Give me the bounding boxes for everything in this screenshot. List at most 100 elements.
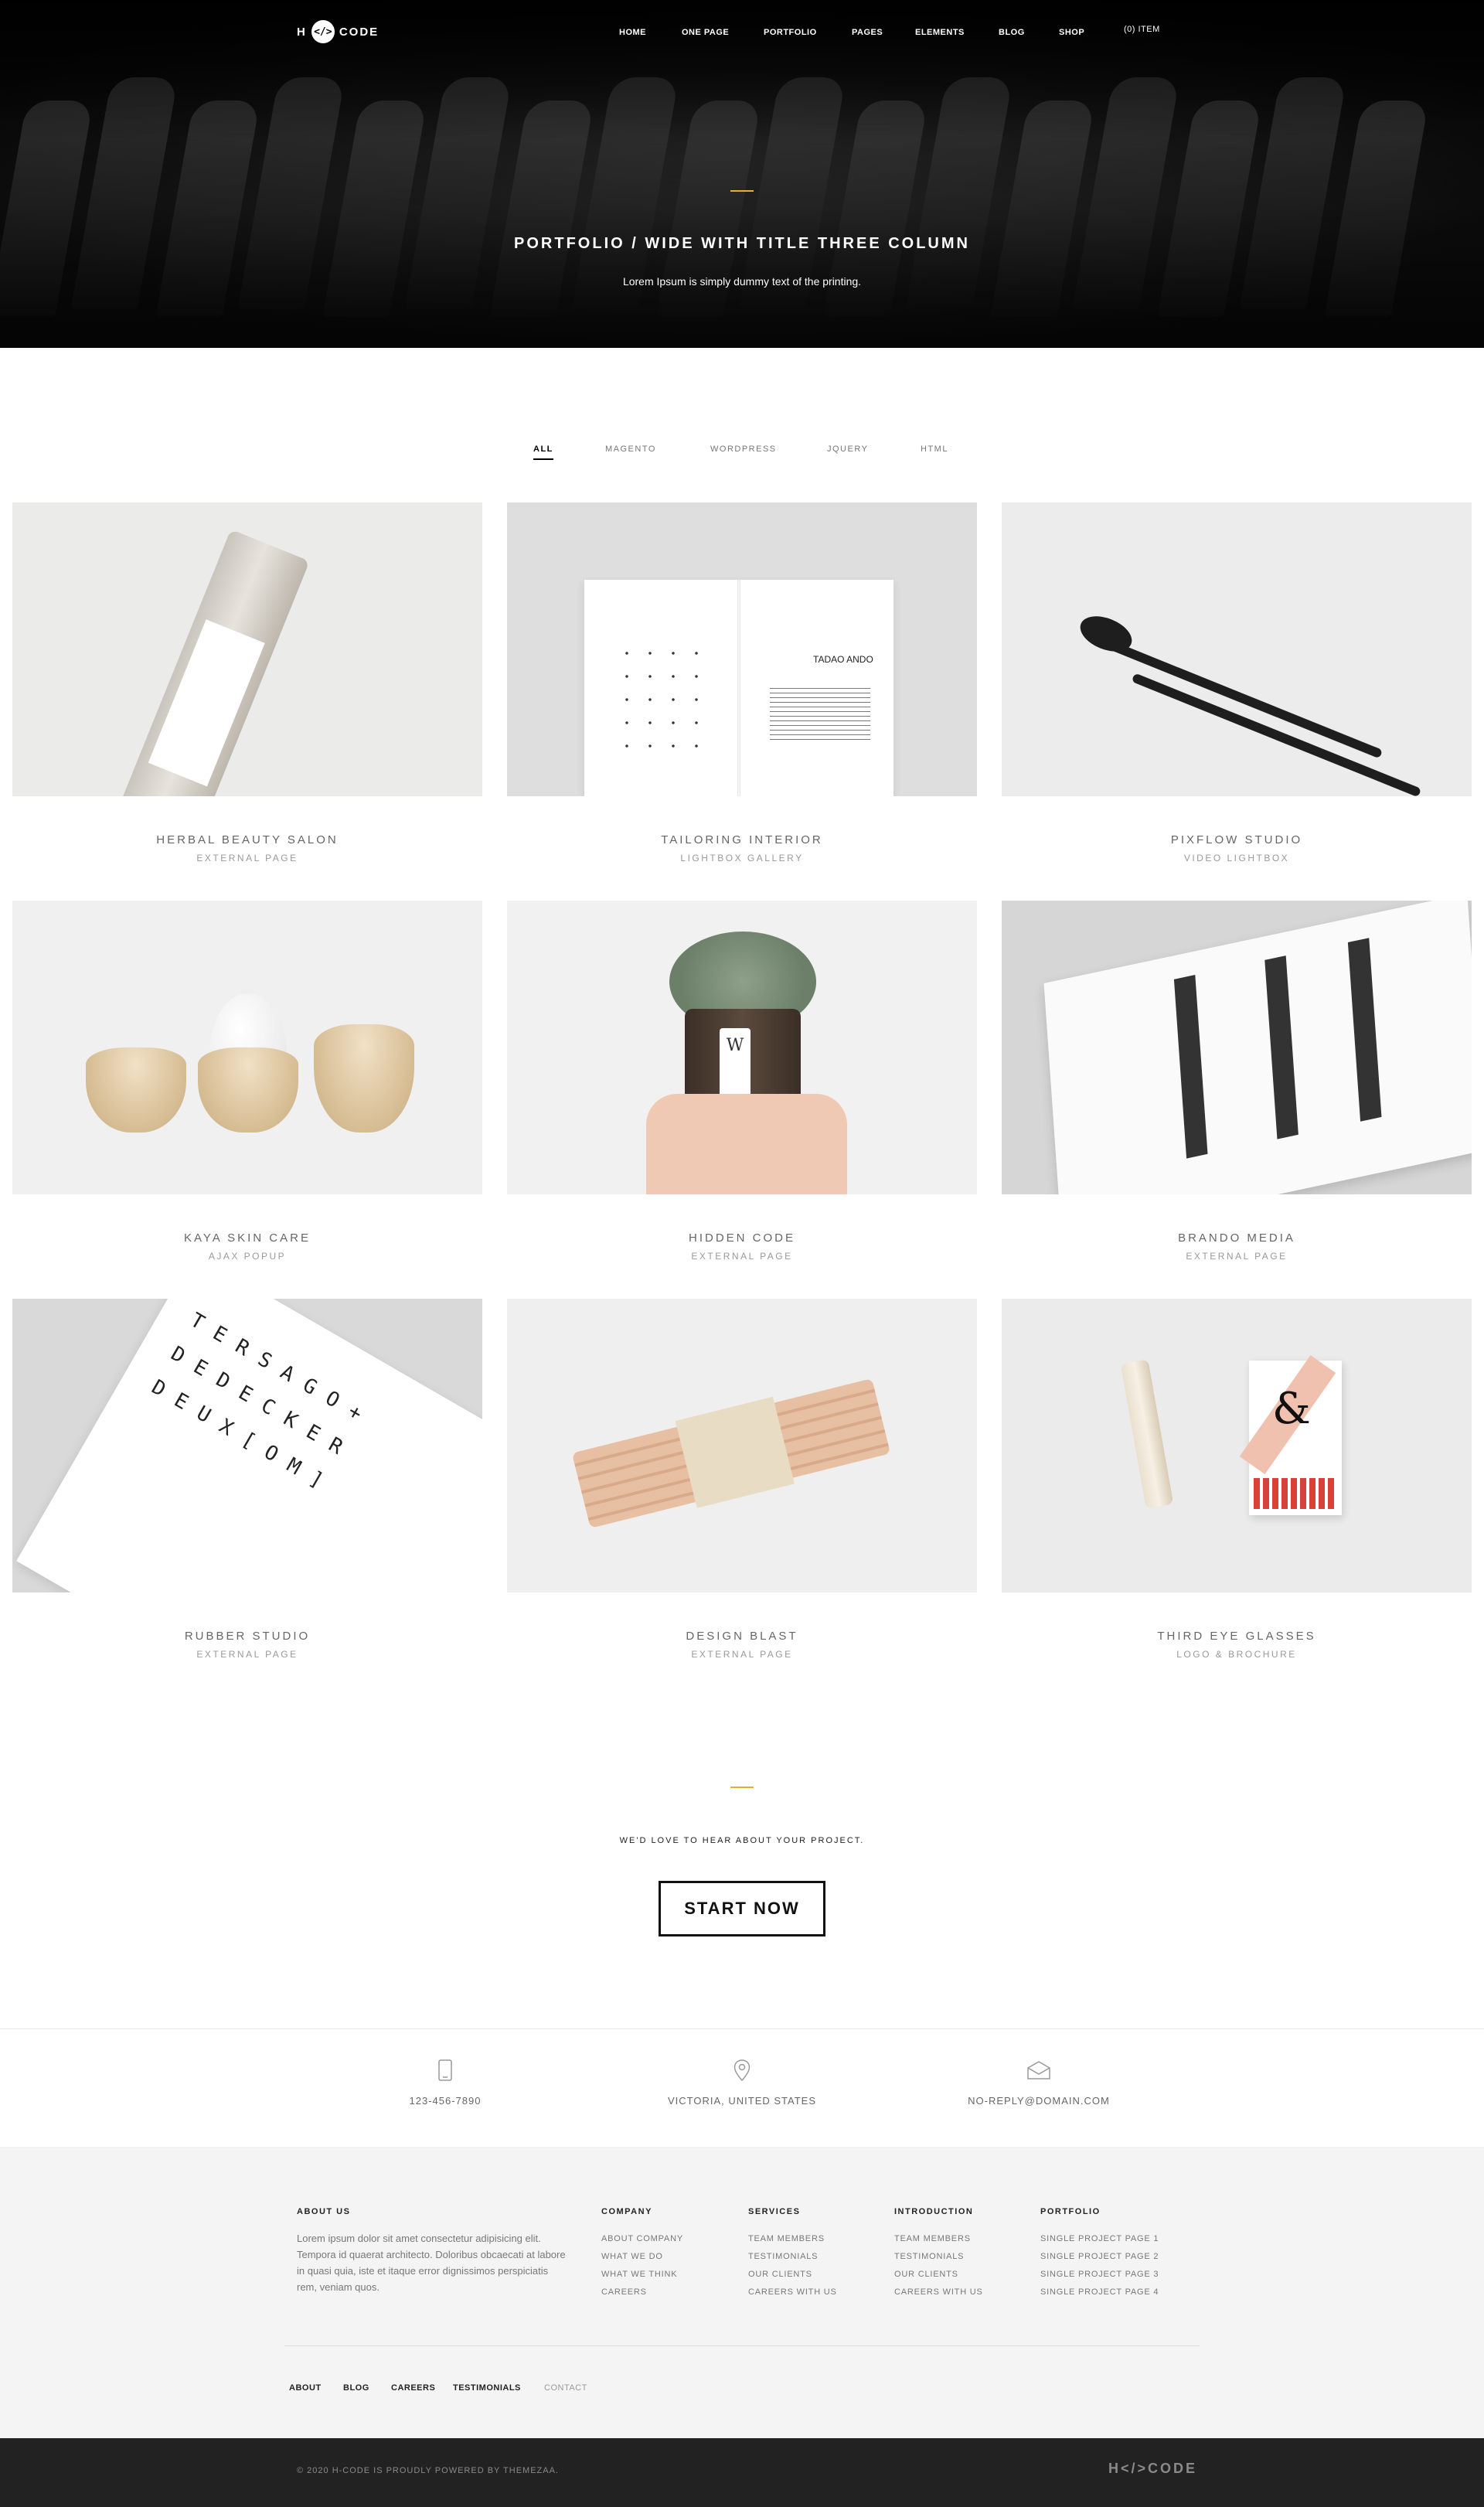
footer-col-portfolio: PORTFOLIO SINGLE PROJECT PAGE 1 SINGLE P… (1040, 2207, 1159, 2301)
portfolio-image-tube[interactable] (12, 502, 482, 796)
portfolio-item[interactable]: & THIRD EYE GLASSES LOGO & BROCHURE (1002, 1299, 1472, 1660)
footer-link[interactable]: CAREERS (601, 2284, 683, 2301)
menu-pages[interactable]: PAGES (852, 28, 883, 37)
logo-code-icon: </> (311, 20, 335, 43)
portfolio-item[interactable]: W HIDDEN CODE EXTERNAL PAGE (507, 901, 977, 1262)
footer-link[interactable]: TESTIMONIALS (894, 2248, 983, 2266)
portfolio-category: EXTERNAL PAGE (1186, 1251, 1288, 1262)
site-logo[interactable]: H </> CODE (297, 20, 379, 43)
envelope-icon (1025, 2056, 1053, 2084)
top-navigation: H </> CODE HOME ONE PAGE PORTFOLIO PAGES… (0, 0, 1484, 65)
footer (0, 2147, 1484, 2438)
cta-accent-line (730, 1787, 754, 1788)
filter-magento[interactable]: MAGENTO (605, 445, 656, 454)
portfolio-title[interactable]: HERBAL BEAUTY SALON (12, 833, 482, 846)
menu-elements[interactable]: ELEMENTS (915, 28, 965, 37)
portfolio-category: EXTERNAL PAGE (691, 1251, 793, 1262)
portfolio-title[interactable]: HIDDEN CODE (507, 1231, 977, 1245)
portfolio-category: EXTERNAL PAGE (196, 853, 298, 863)
footer-link[interactable]: SINGLE PROJECT PAGE 4 (1040, 2284, 1159, 2301)
portfolio-title[interactable]: TAILORING INTERIOR (507, 833, 977, 846)
portfolio-image-egg-cups[interactable] (12, 901, 482, 1194)
footer-divider (284, 2345, 1200, 2346)
portfolio-item[interactable]: BRANDO MEDIA EXTERNAL PAGE (1002, 901, 1472, 1262)
start-now-button[interactable]: START NOW (659, 1881, 825, 1936)
portfolio-image-pencils[interactable] (507, 1299, 977, 1592)
book-heading: TADAO ANDO (813, 654, 873, 665)
footer-logo[interactable]: H</>CODE (1108, 2461, 1197, 2477)
filter-all[interactable]: ALL (533, 445, 553, 460)
footer-link[interactable]: WHAT WE DO (601, 2248, 683, 2266)
footer-link-about[interactable]: ABOUT (289, 2383, 322, 2393)
portfolio-category: EXTERNAL PAGE (196, 1649, 298, 1660)
footer-heading: COMPANY (601, 2207, 652, 2216)
footer-link-contact[interactable]: CONTACT (544, 2383, 587, 2393)
footer-about-text: Lorem ipsum dolor sit amet consectetur a… (297, 2233, 566, 2293)
jar-tag-letter: W (726, 1036, 744, 1055)
footer-link[interactable]: CAREERS WITH US (748, 2284, 837, 2301)
portfolio-title[interactable]: DESIGN BLAST (507, 1630, 977, 1643)
footer-link-careers[interactable]: CAREERS (391, 2383, 435, 2393)
footer-link[interactable]: ABOUT COMPANY (601, 2230, 683, 2248)
page-title: PORTFOLIO / WIDE WITH TITLE THREE COLUMN (514, 235, 970, 252)
portfolio-category: LOGO & BROCHURE (1176, 1649, 1297, 1660)
portfolio-category: LIGHTBOX GALLERY (680, 853, 804, 863)
menu-portfolio[interactable]: PORTFOLIO (764, 28, 817, 37)
location-text: VICTORIA, UNITED STATES (667, 2095, 817, 2107)
contact-phone: 123-456-7890 (306, 2056, 584, 2107)
footer-link[interactable]: CAREERS WITH US (894, 2284, 983, 2301)
portfolio-item[interactable]: TADAO ANDO TAILORING INTERIOR LIGHTBOX G… (507, 502, 977, 863)
contact-location: VICTORIA, UNITED STATES (603, 2056, 881, 2107)
portfolio-filters: ALL MAGENTO WORDPRESS JQUERY HTML (0, 445, 1484, 463)
portfolio-category: EXTERNAL PAGE (691, 1649, 793, 1660)
filter-wordpress[interactable]: WORDPRESS (710, 445, 777, 454)
footer-link[interactable]: WHAT WE THINK (601, 2266, 683, 2284)
footer-heading: PORTFOLIO (1040, 2207, 1101, 2216)
footer-link[interactable]: OUR CLIENTS (748, 2266, 837, 2284)
portfolio-title[interactable]: THIRD EYE GLASSES (1002, 1630, 1472, 1643)
portfolio-image-letterpress[interactable]: TERSAGO+ DEDECKER DEUX[OM] (12, 1299, 482, 1592)
portfolio-item[interactable]: KAYA SKIN CARE AJAX POPUP (12, 901, 482, 1262)
portfolio-category: AJAX POPUP (208, 1251, 287, 1262)
page-subtitle: Lorem Ipsum is simply dummy text of the … (622, 275, 862, 288)
portfolio-image-cutlery[interactable] (1002, 502, 1472, 796)
portfolio-title[interactable]: RUBBER STUDIO (12, 1630, 482, 1643)
cta-text: WE'D LOVE TO HEAR ABOUT YOUR PROJECT. (619, 1836, 865, 1845)
footer-link[interactable]: SINGLE PROJECT PAGE 1 (1040, 2230, 1159, 2248)
footer-link[interactable]: TEAM MEMBERS (748, 2230, 837, 2248)
bottom-bar (0, 2438, 1484, 2507)
portfolio-image-book[interactable]: TADAO ANDO (507, 502, 977, 796)
filter-html[interactable]: HTML (921, 445, 948, 454)
phone-number[interactable]: 123-456-7890 (306, 2095, 584, 2107)
portfolio-item[interactable]: HERBAL BEAUTY SALON EXTERNAL PAGE (12, 502, 482, 863)
footer-link[interactable]: OUR CLIENTS (894, 2266, 983, 2284)
portfolio-item[interactable]: DESIGN BLAST EXTERNAL PAGE (507, 1299, 977, 1660)
footer-link[interactable]: TESTIMONIALS (748, 2248, 837, 2266)
portfolio-title[interactable]: KAYA SKIN CARE (12, 1231, 482, 1245)
portfolio-title[interactable]: PIXFLOW STUDIO (1002, 833, 1472, 846)
hero-accent-line (730, 190, 754, 192)
menu-one-page[interactable]: ONE PAGE (682, 28, 729, 37)
footer-link[interactable]: SINGLE PROJECT PAGE 2 (1040, 2248, 1159, 2266)
footer-link-blog[interactable]: BLOG (343, 2383, 369, 2393)
footer-link-testimonials[interactable]: TESTIMONIALS (453, 2383, 521, 2393)
portfolio-item[interactable]: TERSAGO+ DEDECKER DEUX[OM] RUBBER STUDIO… (12, 1299, 482, 1660)
portfolio-image-open-book[interactable] (1002, 901, 1472, 1194)
menu-home[interactable]: HOME (619, 28, 646, 37)
menu-blog[interactable]: BLOG (999, 28, 1025, 37)
filter-jquery[interactable]: JQUERY (827, 445, 868, 454)
portfolio-title[interactable]: BRANDO MEDIA (1002, 1231, 1472, 1245)
footer-col-introduction: INTRODUCTION TEAM MEMBERS TESTIMONIALS O… (894, 2207, 983, 2301)
email-address[interactable]: NO-REPLY@DOMAIN.COM (900, 2095, 1178, 2107)
portfolio-item[interactable]: PIXFLOW STUDIO VIDEO LIGHTBOX (1002, 502, 1472, 863)
copyright: © 2020 H-CODE IS PROUDLY POWERED BY THEM… (297, 2466, 559, 2475)
cart-link[interactable]: (0) ITEM (1124, 25, 1160, 34)
footer-col-services: SERVICES TEAM MEMBERS TESTIMONIALS OUR C… (748, 2207, 837, 2301)
footer-about: ABOUT US Lorem ipsum dolor sit amet cons… (297, 2207, 567, 2295)
portfolio-image-plant-jar[interactable]: W (507, 901, 977, 1194)
menu-shop[interactable]: SHOP (1059, 28, 1084, 37)
map-pin-icon (728, 2056, 756, 2084)
portfolio-image-matchbox[interactable]: & (1002, 1299, 1472, 1592)
footer-link[interactable]: SINGLE PROJECT PAGE 3 (1040, 2266, 1159, 2284)
footer-link[interactable]: TEAM MEMBERS (894, 2230, 983, 2248)
